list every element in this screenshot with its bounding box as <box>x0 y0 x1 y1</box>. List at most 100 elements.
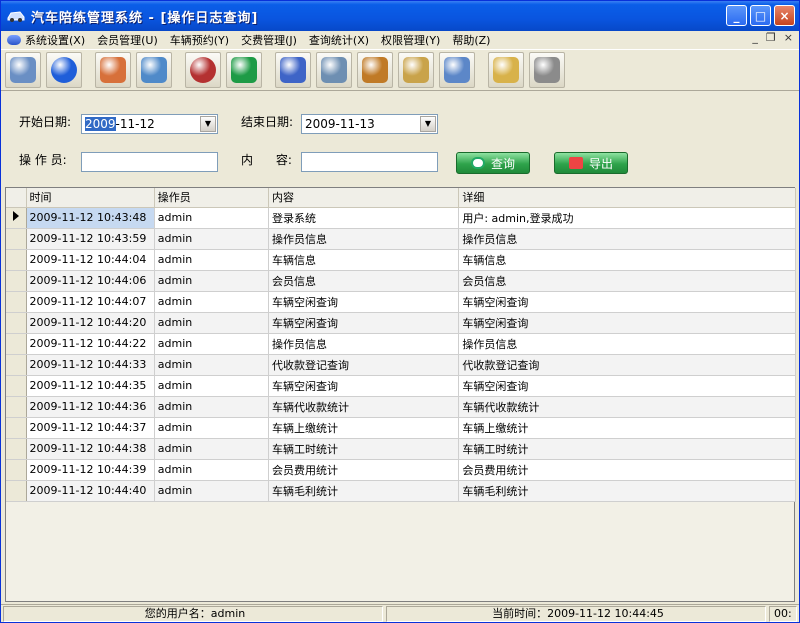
cell-operator[interactable]: admin <box>154 291 269 313</box>
toolbar-disc-button[interactable] <box>185 52 221 88</box>
mdi-close-button[interactable]: × <box>784 31 793 44</box>
table-row[interactable]: 2009-11-12 10:44:38 admin 车辆工时统计 车辆工时统计 <box>6 438 796 460</box>
menu-system-settings[interactable]: 系统设置(X) <box>25 32 85 48</box>
table-row[interactable]: 2009-11-12 10:44:40 admin 车辆毛利统计 车辆毛利统计 <box>6 480 796 502</box>
cell-time[interactable]: 2009-11-12 10:44:20 <box>26 312 155 334</box>
cell-operator[interactable]: admin <box>154 249 269 271</box>
mdi-minimize-button[interactable]: _ <box>752 31 758 44</box>
menu-member-management[interactable]: 会员管理(U) <box>97 32 158 48</box>
row-header[interactable] <box>6 291 27 313</box>
row-header[interactable] <box>6 480 27 502</box>
cell-detail[interactable]: 车辆毛利统计 <box>458 480 796 502</box>
column-header-operator[interactable]: 操作员 <box>154 188 269 208</box>
table-row[interactable]: 2009-11-12 10:43:59 admin 操作员信息 操作员信息 <box>6 228 796 250</box>
row-header[interactable] <box>6 459 27 481</box>
table-row[interactable]: 2009-11-12 10:44:35 admin 车辆空闲查询 车辆空闲查询 <box>6 375 796 397</box>
cell-detail[interactable]: 用户: admin,登录成功 <box>458 207 796 229</box>
cell-content[interactable]: 车辆信息 <box>268 249 460 271</box>
row-header[interactable] <box>6 354 27 376</box>
toolbar-calculator-button[interactable] <box>439 52 475 88</box>
toolbar-briefcase-button[interactable] <box>357 52 393 88</box>
menu-help[interactable]: 帮助(Z) <box>452 32 490 48</box>
table-row[interactable]: 2009-11-12 10:44:22 admin 操作员信息 操作员信息 <box>6 333 796 355</box>
cell-operator[interactable]: admin <box>154 354 269 376</box>
cell-content[interactable]: 车辆工时统计 <box>268 438 460 460</box>
menu-permission-management[interactable]: 权限管理(Y) <box>381 32 440 48</box>
toolbar-green-button[interactable] <box>226 52 262 88</box>
cell-operator[interactable]: admin <box>154 333 269 355</box>
close-button[interactable]: × <box>774 5 795 26</box>
cell-time[interactable]: 2009-11-12 10:44:07 <box>26 291 155 313</box>
row-header[interactable] <box>6 207 27 229</box>
cell-content[interactable]: 车辆上缴统计 <box>268 417 460 439</box>
cell-time[interactable]: 2009-11-12 10:44:35 <box>26 375 155 397</box>
cell-operator[interactable]: admin <box>154 396 269 418</box>
cell-detail[interactable]: 车辆上缴统计 <box>458 417 796 439</box>
cell-detail[interactable]: 车辆空闲查询 <box>458 291 796 313</box>
row-header[interactable] <box>6 270 27 292</box>
cell-detail[interactable]: 代收款登记查询 <box>458 354 796 376</box>
toolbar-money-button[interactable] <box>316 52 352 88</box>
column-header-detail[interactable]: 详细 <box>458 188 796 208</box>
cell-operator[interactable]: admin <box>154 312 269 334</box>
row-header[interactable] <box>6 249 27 271</box>
cell-time[interactable]: 2009-11-12 10:44:39 <box>26 459 155 481</box>
cell-content[interactable]: 车辆空闲查询 <box>268 312 460 334</box>
cell-content[interactable]: 车辆代收款统计 <box>268 396 460 418</box>
cell-time[interactable]: 2009-11-12 10:44:22 <box>26 333 155 355</box>
cell-detail[interactable]: 车辆空闲查询 <box>458 312 796 334</box>
cell-content[interactable]: 会员费用统计 <box>268 459 460 481</box>
export-button[interactable]: 导出 <box>554 152 628 174</box>
toolbar-globe-button[interactable] <box>46 52 82 88</box>
cell-time[interactable]: 2009-11-12 10:44:33 <box>26 354 155 376</box>
toolbar-edit-button[interactable] <box>136 52 172 88</box>
title-bar[interactable]: 汽车陪练管理系统 - [操作日志查询] _ □ × <box>1 1 799 31</box>
cell-detail[interactable]: 操作员信息 <box>458 333 796 355</box>
toolbar-battery-button[interactable] <box>275 52 311 88</box>
cell-content[interactable]: 登录系统 <box>268 207 460 229</box>
log-grid[interactable]: 时间 操作员 内容 详细 2009-11-12 10:43:48 admin 登录系… <box>5 187 796 602</box>
minimize-button[interactable]: _ <box>726 5 747 26</box>
toolbar-folder-button[interactable] <box>488 52 524 88</box>
cell-time[interactable]: 2009-11-12 10:44:40 <box>26 480 155 502</box>
start-date-dropdown-icon[interactable]: ▼ <box>200 116 216 132</box>
toolbar-book-button[interactable] <box>398 52 434 88</box>
cell-detail[interactable]: 车辆空闲查询 <box>458 375 796 397</box>
cell-operator[interactable]: admin <box>154 228 269 250</box>
row-header[interactable] <box>6 396 27 418</box>
cell-time[interactable]: 2009-11-12 10:44:38 <box>26 438 155 460</box>
menu-vehicle-booking[interactable]: 车辆预约(Y) <box>170 32 229 48</box>
cell-operator[interactable]: admin <box>154 480 269 502</box>
table-row[interactable]: 2009-11-12 10:44:07 admin 车辆空闲查询 车辆空闲查询 <box>6 291 796 313</box>
table-row[interactable]: 2009-11-12 10:44:04 admin 车辆信息 车辆信息 <box>6 249 796 271</box>
cell-time[interactable]: 2009-11-12 10:43:59 <box>26 228 155 250</box>
toolbar-users-button[interactable] <box>95 52 131 88</box>
cell-operator[interactable]: admin <box>154 375 269 397</box>
menu-fee-management[interactable]: 交费管理(J) <box>241 32 297 48</box>
maximize-button[interactable]: □ <box>750 5 771 26</box>
cell-detail[interactable]: 车辆信息 <box>458 249 796 271</box>
toolbar-system-button[interactable] <box>5 52 41 88</box>
cell-content[interactable]: 车辆毛利统计 <box>268 480 460 502</box>
cell-time[interactable]: 2009-11-12 10:43:48 <box>26 207 155 229</box>
cell-detail[interactable]: 车辆工时统计 <box>458 438 796 460</box>
cell-time[interactable]: 2009-11-12 10:44:06 <box>26 270 155 292</box>
menu-query-statistics[interactable]: 查询统计(X) <box>309 32 369 48</box>
row-header[interactable] <box>6 312 27 334</box>
row-header[interactable] <box>6 417 27 439</box>
row-header[interactable] <box>6 438 27 460</box>
search-button[interactable]: 查询 <box>456 152 530 174</box>
mdi-restore-button[interactable]: ❐ <box>766 31 776 44</box>
cell-detail[interactable]: 会员信息 <box>458 270 796 292</box>
table-row[interactable]: 2009-11-12 10:44:06 admin 会员信息 会员信息 <box>6 270 796 292</box>
cell-operator[interactable]: admin <box>154 438 269 460</box>
cell-operator[interactable]: admin <box>154 417 269 439</box>
cell-time[interactable]: 2009-11-12 10:44:37 <box>26 417 155 439</box>
cell-detail[interactable]: 操作员信息 <box>458 228 796 250</box>
cell-content[interactable]: 操作员信息 <box>268 333 460 355</box>
cell-detail[interactable]: 车辆代收款统计 <box>458 396 796 418</box>
end-date-dropdown-icon[interactable]: ▼ <box>420 116 436 132</box>
cell-time[interactable]: 2009-11-12 10:44:04 <box>26 249 155 271</box>
table-row[interactable]: 2009-11-12 10:44:36 admin 车辆代收款统计 车辆代收款统计 <box>6 396 796 418</box>
cell-content[interactable]: 代收款登记查询 <box>268 354 460 376</box>
